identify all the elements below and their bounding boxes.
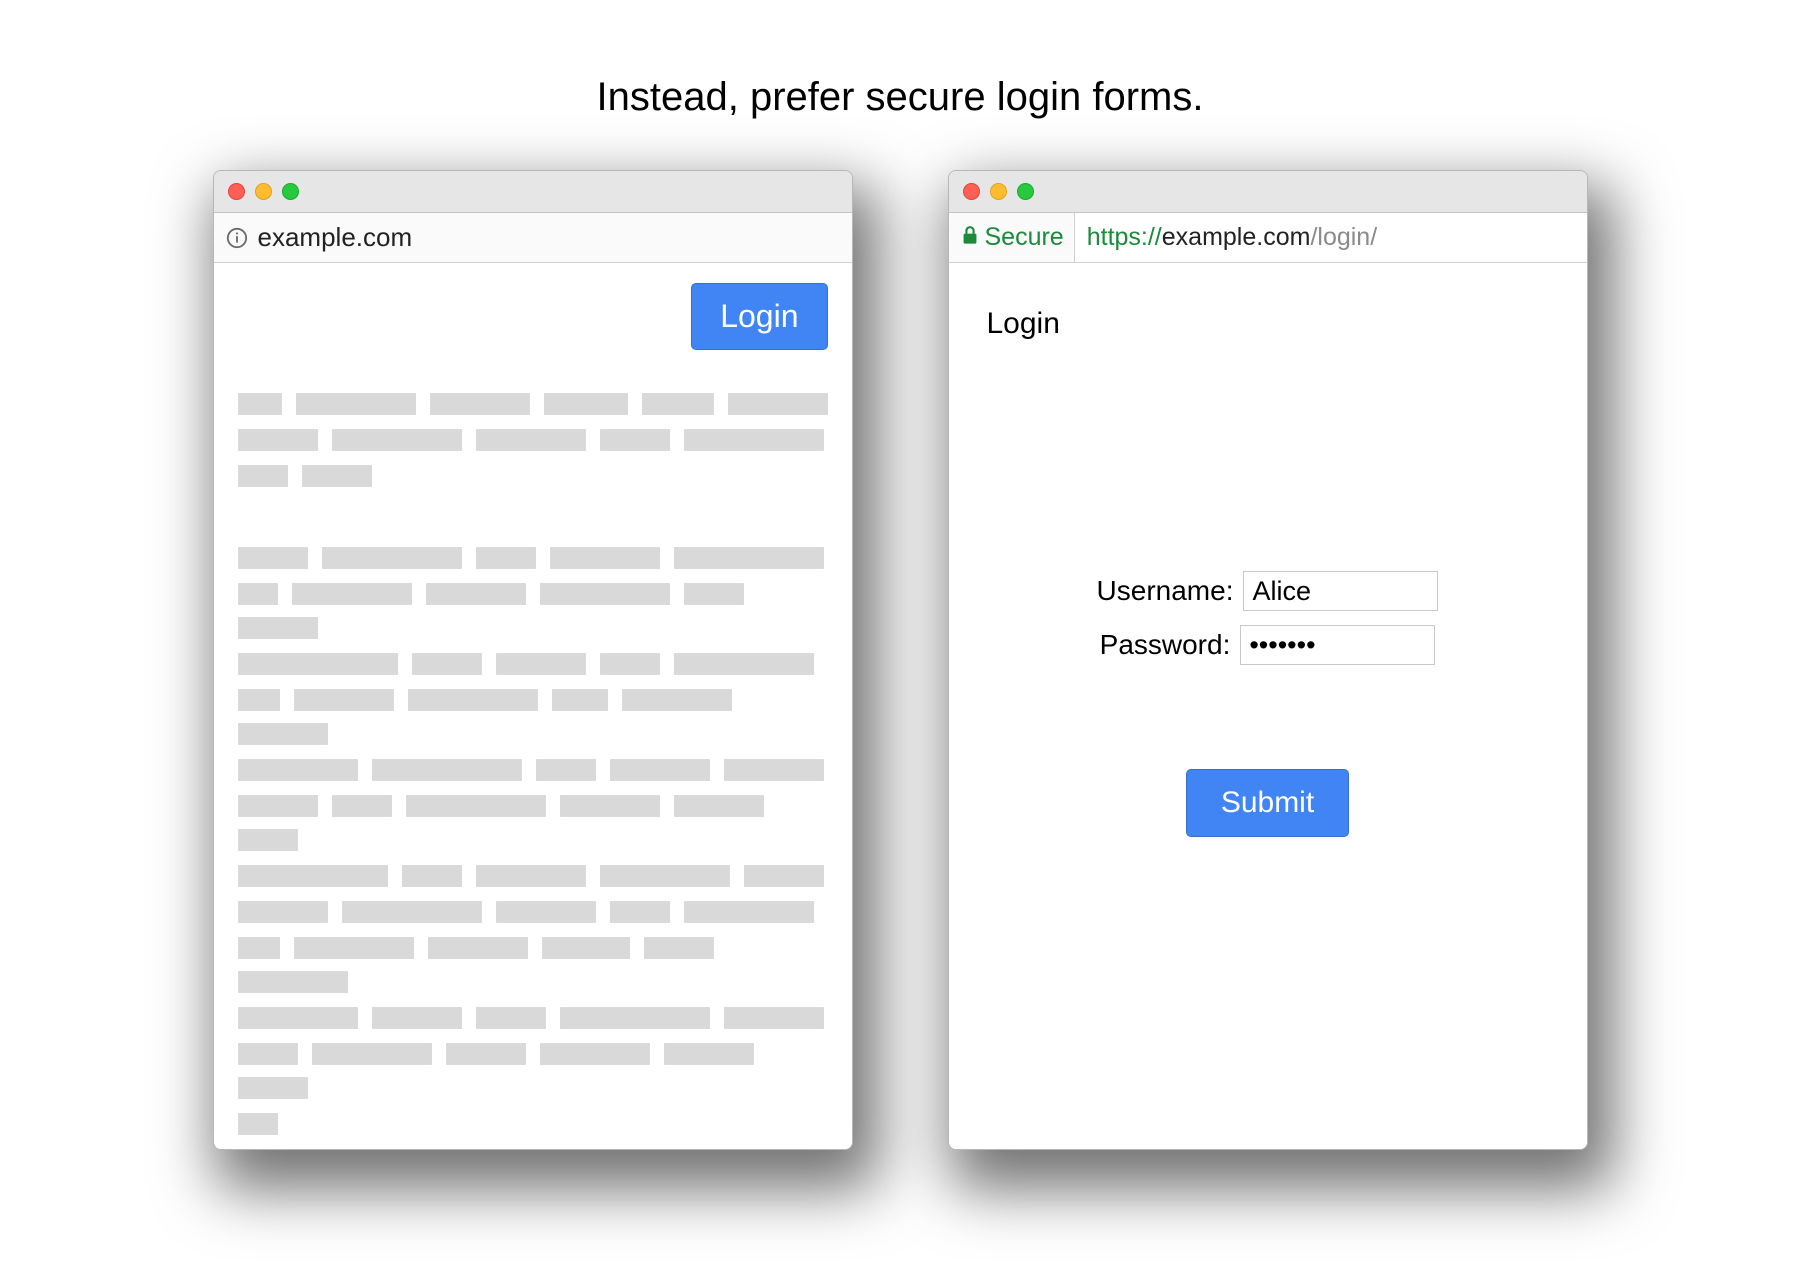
password-label: Password: xyxy=(1100,629,1231,661)
login-form: Username: Password: Submit xyxy=(973,571,1563,837)
password-input[interactable] xyxy=(1240,625,1435,665)
lock-icon xyxy=(961,223,985,252)
secure-badge: Secure xyxy=(961,223,1074,252)
url-host: example.com xyxy=(1162,223,1311,252)
address-bar[interactable]: Secure https://example.com/login/ xyxy=(949,213,1587,263)
window-titlebar xyxy=(214,171,852,213)
info-icon xyxy=(226,227,248,249)
address-url: https://example.com/login/ xyxy=(1074,213,1587,262)
window-maximize-icon[interactable] xyxy=(282,183,299,200)
window-titlebar xyxy=(949,171,1587,213)
window-maximize-icon[interactable] xyxy=(1017,183,1034,200)
caption: Instead, prefer secure login forms. xyxy=(597,75,1204,120)
secure-label: Secure xyxy=(985,223,1064,252)
address-bar[interactable]: example.com xyxy=(214,213,852,263)
address-url: example.com xyxy=(258,222,413,253)
url-scheme: https:// xyxy=(1087,223,1162,252)
page-content: Login xyxy=(214,263,852,1149)
window-minimize-icon[interactable] xyxy=(255,183,272,200)
username-input[interactable] xyxy=(1243,571,1438,611)
window-minimize-icon[interactable] xyxy=(990,183,1007,200)
window-close-icon[interactable] xyxy=(963,183,980,200)
login-heading: Login xyxy=(987,307,1563,341)
placeholder-text xyxy=(238,393,828,1135)
username-label: Username: xyxy=(1097,575,1234,607)
submit-button[interactable]: Submit xyxy=(1186,769,1349,837)
page-content: Login Username: Password: Submit xyxy=(949,263,1587,1149)
login-button[interactable]: Login xyxy=(691,283,827,350)
browser-window-secure: Secure https://example.com/login/ Login … xyxy=(948,170,1588,1150)
browser-window-insecure: example.com Login xyxy=(213,170,853,1150)
url-path: /login/ xyxy=(1310,223,1377,252)
window-close-icon[interactable] xyxy=(228,183,245,200)
